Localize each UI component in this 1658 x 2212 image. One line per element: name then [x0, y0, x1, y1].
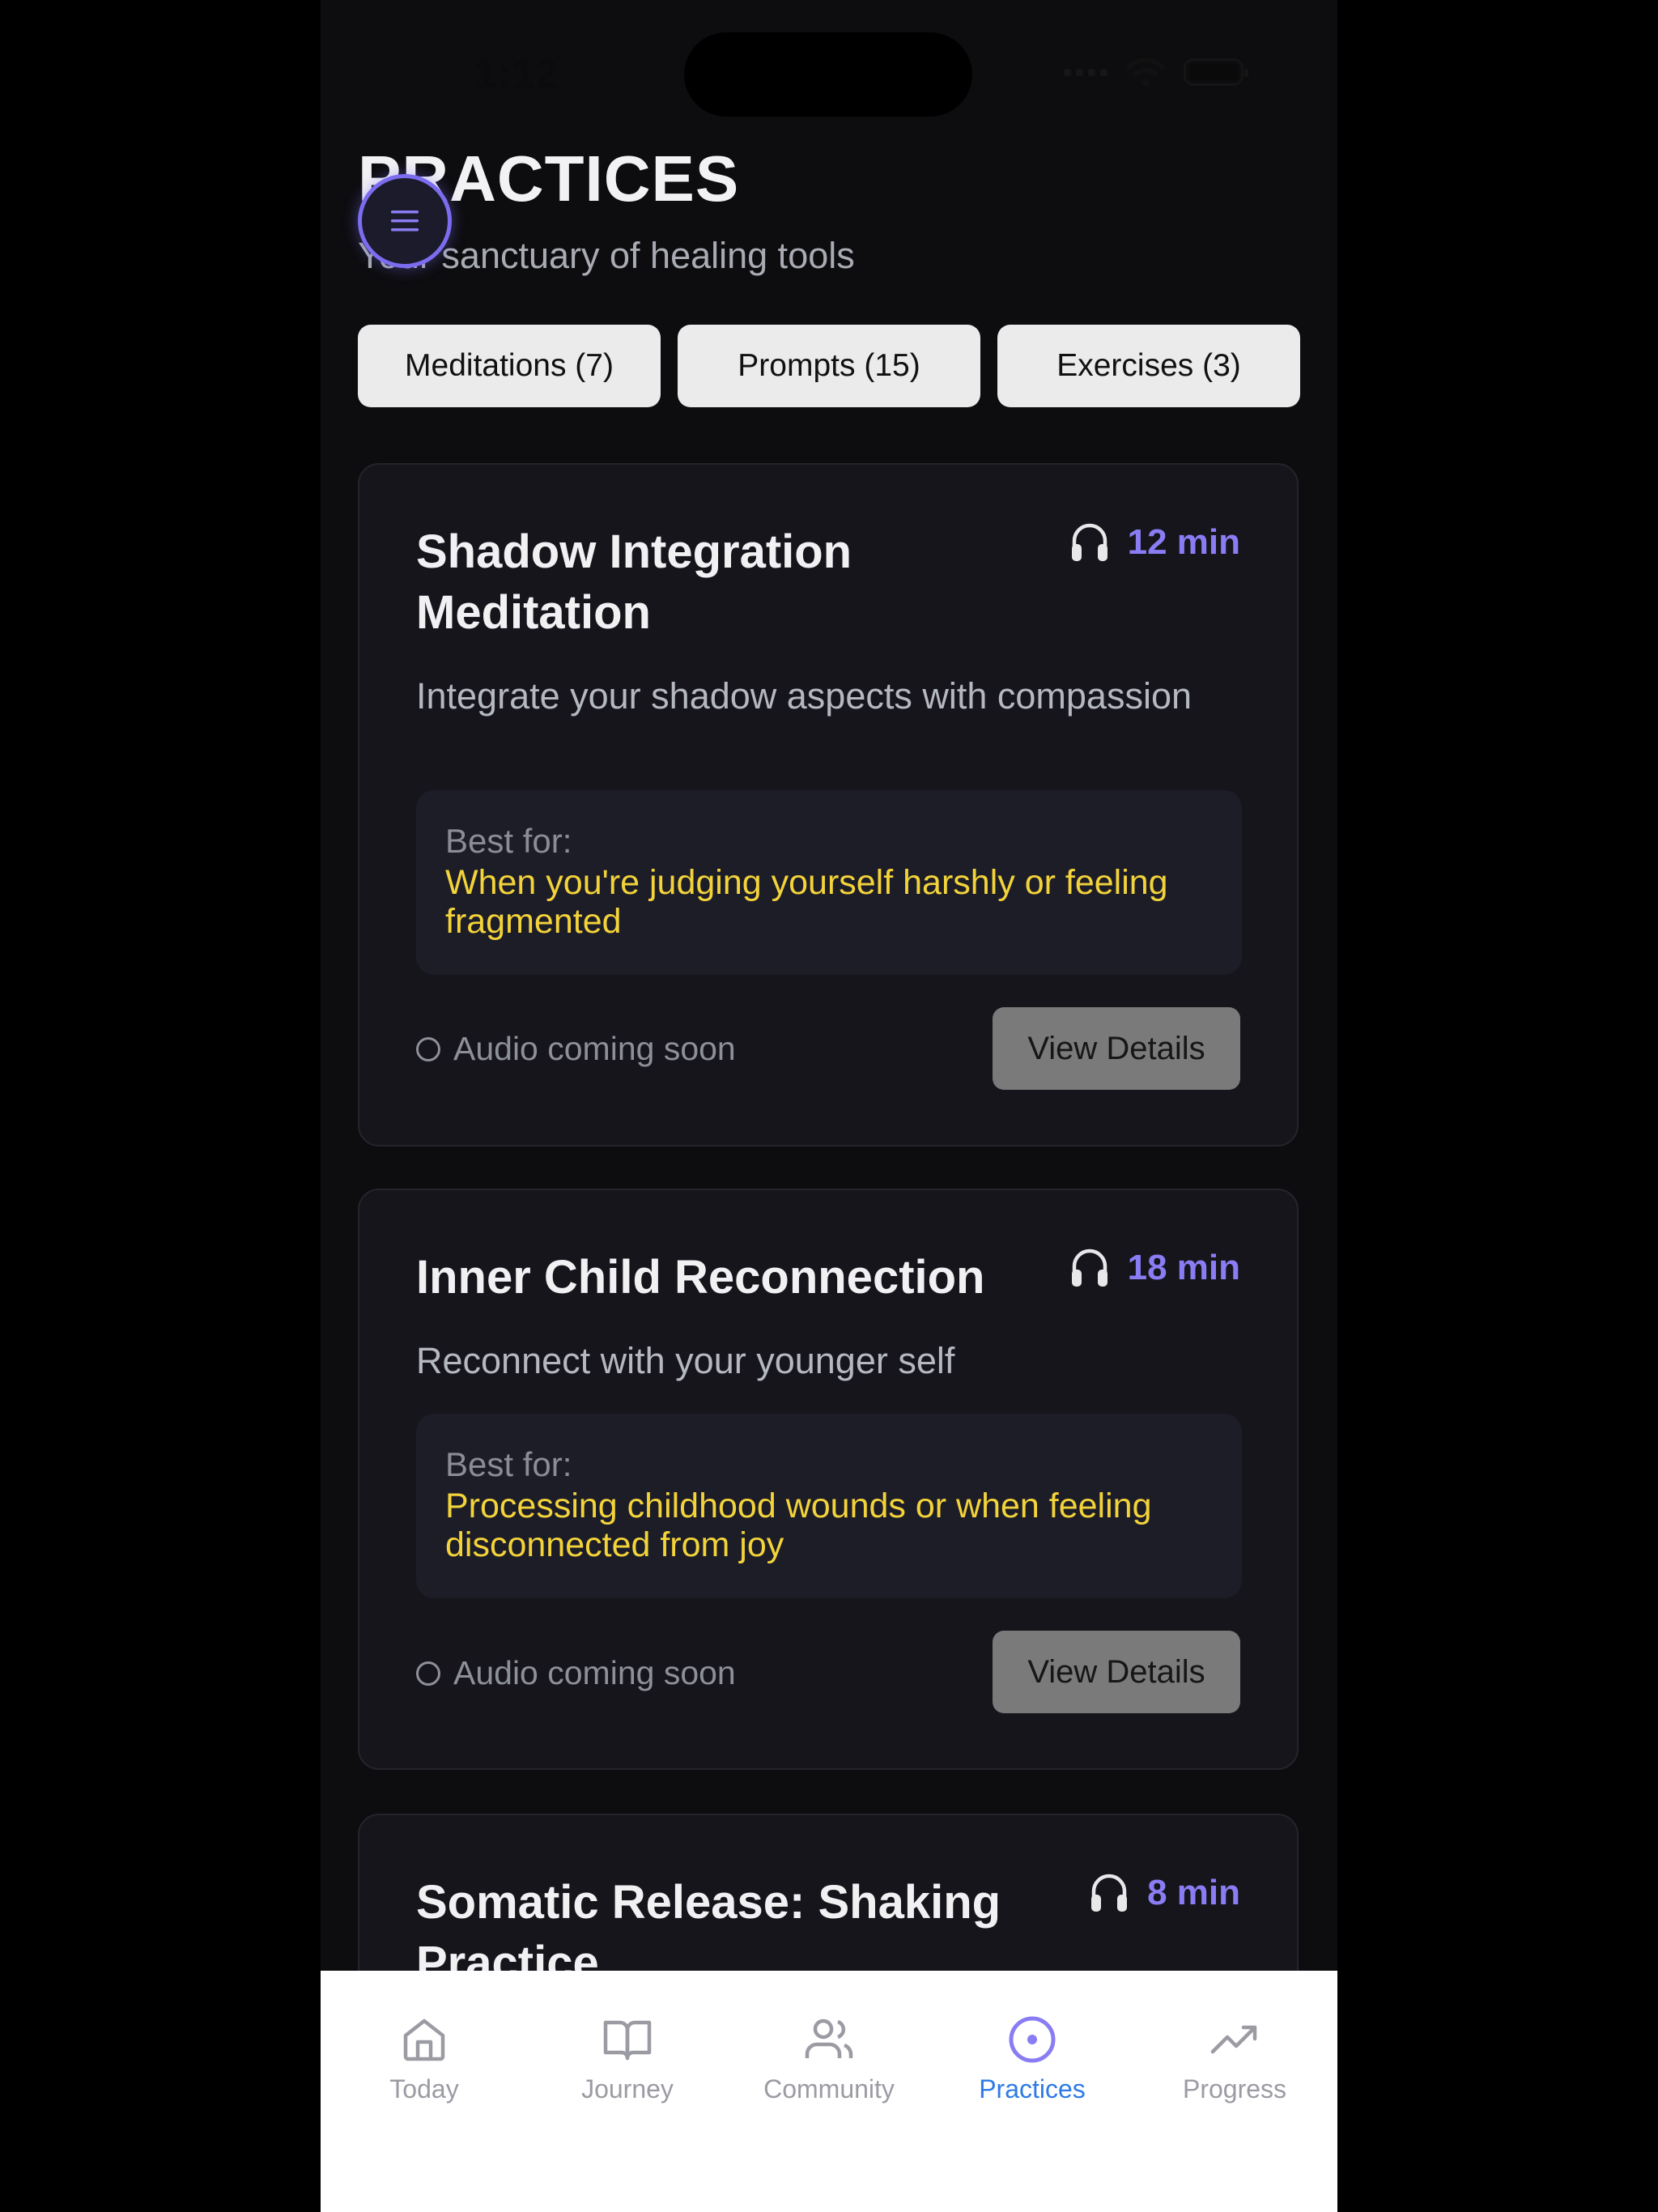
best-for-box: Best for: When you're judging yourself h… — [416, 790, 1242, 975]
target-icon — [1009, 2016, 1056, 2063]
signal-icon — [1064, 68, 1107, 76]
duration-text: 18 min — [1127, 1248, 1240, 1287]
nav-progress[interactable]: Progress — [1133, 2014, 1336, 2104]
practice-card: Shadow Integration Meditation 12 min Int… — [358, 463, 1299, 1146]
status-icons — [1064, 57, 1248, 87]
trending-up-icon — [1210, 2025, 1257, 2054]
status-time: 1:12 — [474, 51, 559, 96]
audio-status-text: Audio coming soon — [453, 1030, 736, 1067]
view-details-button[interactable]: View Details — [993, 1631, 1240, 1713]
duration-text: 12 min — [1127, 522, 1240, 562]
audio-status-text: Audio coming soon — [453, 1654, 736, 1691]
best-for-text: Processing childhood wounds or when feel… — [445, 1487, 1152, 1564]
nav-label: Community — [763, 2074, 895, 2104]
circle-icon — [416, 1661, 440, 1686]
nav-today[interactable]: Today — [323, 2014, 525, 2104]
best-for-text: When you're judging yourself harshly or … — [445, 863, 1168, 941]
headphones-icon — [1071, 1249, 1107, 1287]
tab-exercises[interactable]: Exercises (3) — [997, 325, 1300, 407]
tab-meditations[interactable]: Meditations (7) — [358, 325, 661, 407]
best-for-label: Best for: — [445, 822, 572, 860]
nav-label: Journey — [581, 2074, 674, 2104]
duration-text: 8 min — [1147, 1873, 1240, 1912]
battery-icon — [1184, 58, 1248, 86]
home-icon — [403, 2018, 445, 2061]
hamburger-menu-icon — [391, 211, 419, 232]
nav-label: Practices — [979, 2074, 1086, 2104]
category-tabs: Meditations (7) Prompts (15) Exercises (… — [358, 325, 1300, 407]
card-description: Integrate your shadow aspects with compa… — [416, 675, 1192, 717]
headphones-icon — [1071, 523, 1107, 561]
nav-practices[interactable]: Practices — [931, 2014, 1133, 2104]
dynamic-island — [684, 32, 972, 117]
nav-journey[interactable]: Journey — [526, 2014, 729, 2104]
bottom-tab-bar: Today Journey Community Practices Progre… — [321, 1971, 1337, 2212]
view-details-button[interactable]: View Details — [993, 1007, 1240, 1090]
best-for-box: Best for: Processing childhood wounds or… — [416, 1414, 1242, 1598]
duration-badge: 8 min — [1089, 1872, 1240, 1914]
nav-label: Today — [389, 2074, 459, 2104]
card-title: Inner Child Reconnection — [416, 1251, 985, 1304]
audio-status: Audio coming soon — [416, 1030, 736, 1068]
headphones-icon — [1091, 1874, 1128, 1912]
card-title: Shadow Integration Meditation — [416, 525, 852, 639]
menu-button[interactable] — [358, 174, 452, 268]
duration-badge: 12 min — [1069, 521, 1240, 564]
best-for-label: Best for: — [445, 1445, 572, 1483]
book-icon — [603, 2020, 652, 2061]
audio-status: Audio coming soon — [416, 1654, 736, 1692]
practice-card: Inner Child Reconnection 18 min Reconnec… — [358, 1189, 1299, 1770]
circle-icon — [416, 1036, 440, 1061]
wifi-icon — [1126, 57, 1165, 87]
phone-screen: 1:12 PRACTICES Your sanctuary of healing… — [321, 0, 1337, 2212]
nav-community[interactable]: Community — [728, 2014, 930, 2104]
tab-prompts[interactable]: Prompts (15) — [678, 325, 980, 407]
users-icon — [805, 2018, 853, 2058]
nav-label: Progress — [1182, 2074, 1287, 2104]
duration-badge: 18 min — [1069, 1247, 1240, 1289]
card-description: Reconnect with your younger self — [416, 1340, 955, 1381]
